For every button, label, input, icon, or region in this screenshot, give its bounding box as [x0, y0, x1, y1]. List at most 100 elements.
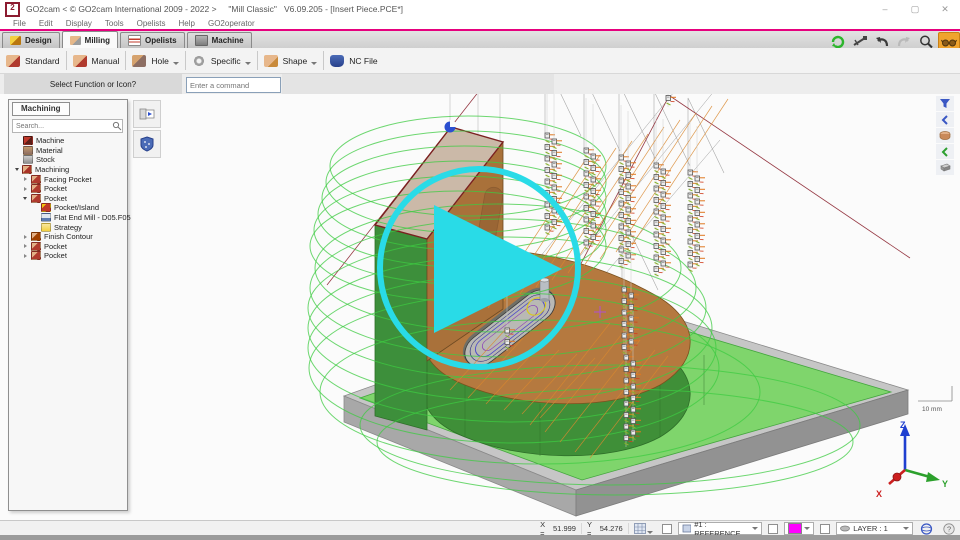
- pocket-icon: [31, 242, 41, 251]
- color-checkbox[interactable]: [768, 524, 778, 534]
- layer-combobox[interactable]: LAYER : 1: [836, 522, 913, 535]
- ribbon-toolbar: Standard Manual Hole Specific Shape NC F…: [0, 48, 960, 74]
- plane-combobox[interactable]: #1 : REFERENCE: [678, 522, 763, 535]
- strategy-icon: [41, 223, 51, 232]
- opelists-list-icon: [128, 35, 141, 46]
- command-combobox[interactable]: [186, 77, 281, 93]
- maximize-button[interactable]: ▢: [900, 1, 930, 17]
- design-pencil-icon: [10, 36, 21, 45]
- tab-design[interactable]: Design: [2, 32, 60, 48]
- pocket-icon: [31, 194, 41, 203]
- color-swatch-magenta: [788, 523, 802, 534]
- tree-item-flat-end-mill[interactable]: Flat End Mill - D05.F05: [11, 213, 123, 223]
- chevron-down-icon: [903, 527, 909, 530]
- machining-icon: [22, 165, 32, 174]
- collapse-arrow-icon[interactable]: [24, 235, 27, 239]
- tab-opelists[interactable]: Opelists: [120, 32, 185, 48]
- tab-machine[interactable]: Machine: [187, 32, 252, 48]
- menu-tools[interactable]: Tools: [105, 19, 124, 28]
- layer-checkbox[interactable]: [820, 524, 830, 534]
- chevron-down-icon: [647, 531, 653, 534]
- title-bar: 2 GO2cam < © GO2cam International 2009 -…: [0, 0, 960, 18]
- plane-checkbox[interactable]: [662, 524, 672, 534]
- contour-icon: [31, 232, 41, 241]
- tool-shield-button[interactable]: [133, 130, 161, 158]
- collapse-arrow-icon[interactable]: [24, 244, 27, 248]
- menu-opelists[interactable]: Opelists: [137, 19, 166, 28]
- pocket-icon: [31, 251, 41, 260]
- ribbon-hole-button[interactable]: Hole: [126, 50, 184, 71]
- minimize-button[interactable]: –: [870, 1, 900, 17]
- ribbon-shape-button[interactable]: Shape: [258, 50, 324, 71]
- command-row-spacer: [282, 74, 554, 94]
- tree-item-pocket-4[interactable]: Pocket: [11, 251, 123, 261]
- command-prompt-label: Select Function or Icon?: [4, 74, 182, 94]
- piece-view-button[interactable]: [936, 128, 954, 143]
- filter-button[interactable]: [936, 96, 954, 111]
- pocket-icon: [31, 184, 41, 193]
- tree-item-facing-pocket[interactable]: Facing Pocket: [11, 174, 123, 184]
- axis-y-label: Y: [942, 479, 948, 489]
- tree-item-pocket-2[interactable]: Pocket: [11, 194, 123, 204]
- ribbon-standard-button[interactable]: Standard: [0, 50, 66, 71]
- chevron-down-icon: [173, 62, 179, 65]
- grid-toggle-button[interactable]: [629, 523, 658, 534]
- menu-edit[interactable]: Edit: [39, 19, 53, 28]
- standard-pocket-icon: [6, 55, 20, 67]
- scale-label: 10 mm: [922, 406, 942, 413]
- tree-item-pocket-1[interactable]: Pocket: [11, 184, 123, 194]
- chevron-down-icon: [245, 62, 251, 65]
- menu-help[interactable]: Help: [179, 19, 195, 28]
- tree-item-strategy[interactable]: Strategy: [11, 222, 123, 232]
- menu-file[interactable]: File: [13, 19, 26, 28]
- tree-item-pocket-island[interactable]: Pocket/Island: [11, 203, 123, 213]
- operation-play-button[interactable]: [133, 100, 161, 128]
- collapse-green-button[interactable]: [936, 144, 954, 159]
- command-input[interactable]: [187, 81, 290, 90]
- tree-item-machine[interactable]: Machine: [11, 136, 123, 146]
- menu-display[interactable]: Display: [66, 19, 92, 28]
- plane-icon: [682, 524, 692, 533]
- collapse-arrow-icon[interactable]: [24, 177, 27, 181]
- operation-play-icon: [139, 106, 155, 122]
- ribbon-tab-row: Design Milling Opelists Machine: [0, 31, 960, 49]
- chevron-down-icon: [752, 527, 758, 530]
- ribbon-manual-button[interactable]: Manual: [67, 50, 126, 71]
- tree-search-box[interactable]: [12, 119, 123, 133]
- tab-milling[interactable]: Milling: [62, 31, 118, 48]
- expand-arrow-icon[interactable]: [23, 197, 27, 200]
- tree-item-material[interactable]: Material: [11, 146, 123, 156]
- tree-item-machining[interactable]: Machining: [11, 165, 123, 175]
- collapse-arrow-icon[interactable]: [24, 187, 27, 191]
- axis-x-label: X: [876, 489, 882, 499]
- axis-z-label: Z: [900, 420, 906, 430]
- ribbon-specific-button[interactable]: Specific: [186, 50, 257, 71]
- specific-icon: [192, 55, 206, 67]
- collapse-arrow-icon[interactable]: [24, 254, 27, 258]
- ribbon-ncfile-button[interactable]: NC File: [324, 50, 383, 71]
- collapse-blue-button[interactable]: [936, 112, 954, 127]
- end-mill-tool-icon: [41, 213, 51, 222]
- tree-item-stock[interactable]: Stock: [11, 155, 123, 165]
- chevron-left-green-icon: [940, 147, 950, 157]
- pocket-icon: [31, 175, 41, 184]
- tree-tab-machining[interactable]: Machining: [12, 102, 70, 116]
- search-input[interactable]: [13, 123, 112, 130]
- cursor-y-readout: Y = 54.276: [582, 523, 629, 534]
- expand-arrow-icon[interactable]: [15, 168, 19, 171]
- color-picker[interactable]: [784, 522, 814, 535]
- chevron-left-blue-icon: [940, 115, 950, 125]
- chevron-down-icon: [804, 527, 810, 530]
- search-icon: [112, 121, 122, 131]
- stock-view-button[interactable]: [936, 160, 954, 175]
- tree-item-pocket-3[interactable]: Pocket: [11, 242, 123, 252]
- machine-icon: [23, 136, 33, 145]
- layer-icon: [840, 524, 850, 533]
- menu-go2operator[interactable]: GO2operator: [208, 19, 255, 28]
- tree-item-finish-contour[interactable]: Finish Contour: [11, 232, 123, 242]
- view-cube-button[interactable]: [915, 523, 938, 534]
- shape-icon: [264, 55, 278, 67]
- close-button[interactable]: ✕: [930, 1, 960, 17]
- machine-icon: [195, 35, 208, 46]
- help-button[interactable]: ?: [938, 523, 960, 534]
